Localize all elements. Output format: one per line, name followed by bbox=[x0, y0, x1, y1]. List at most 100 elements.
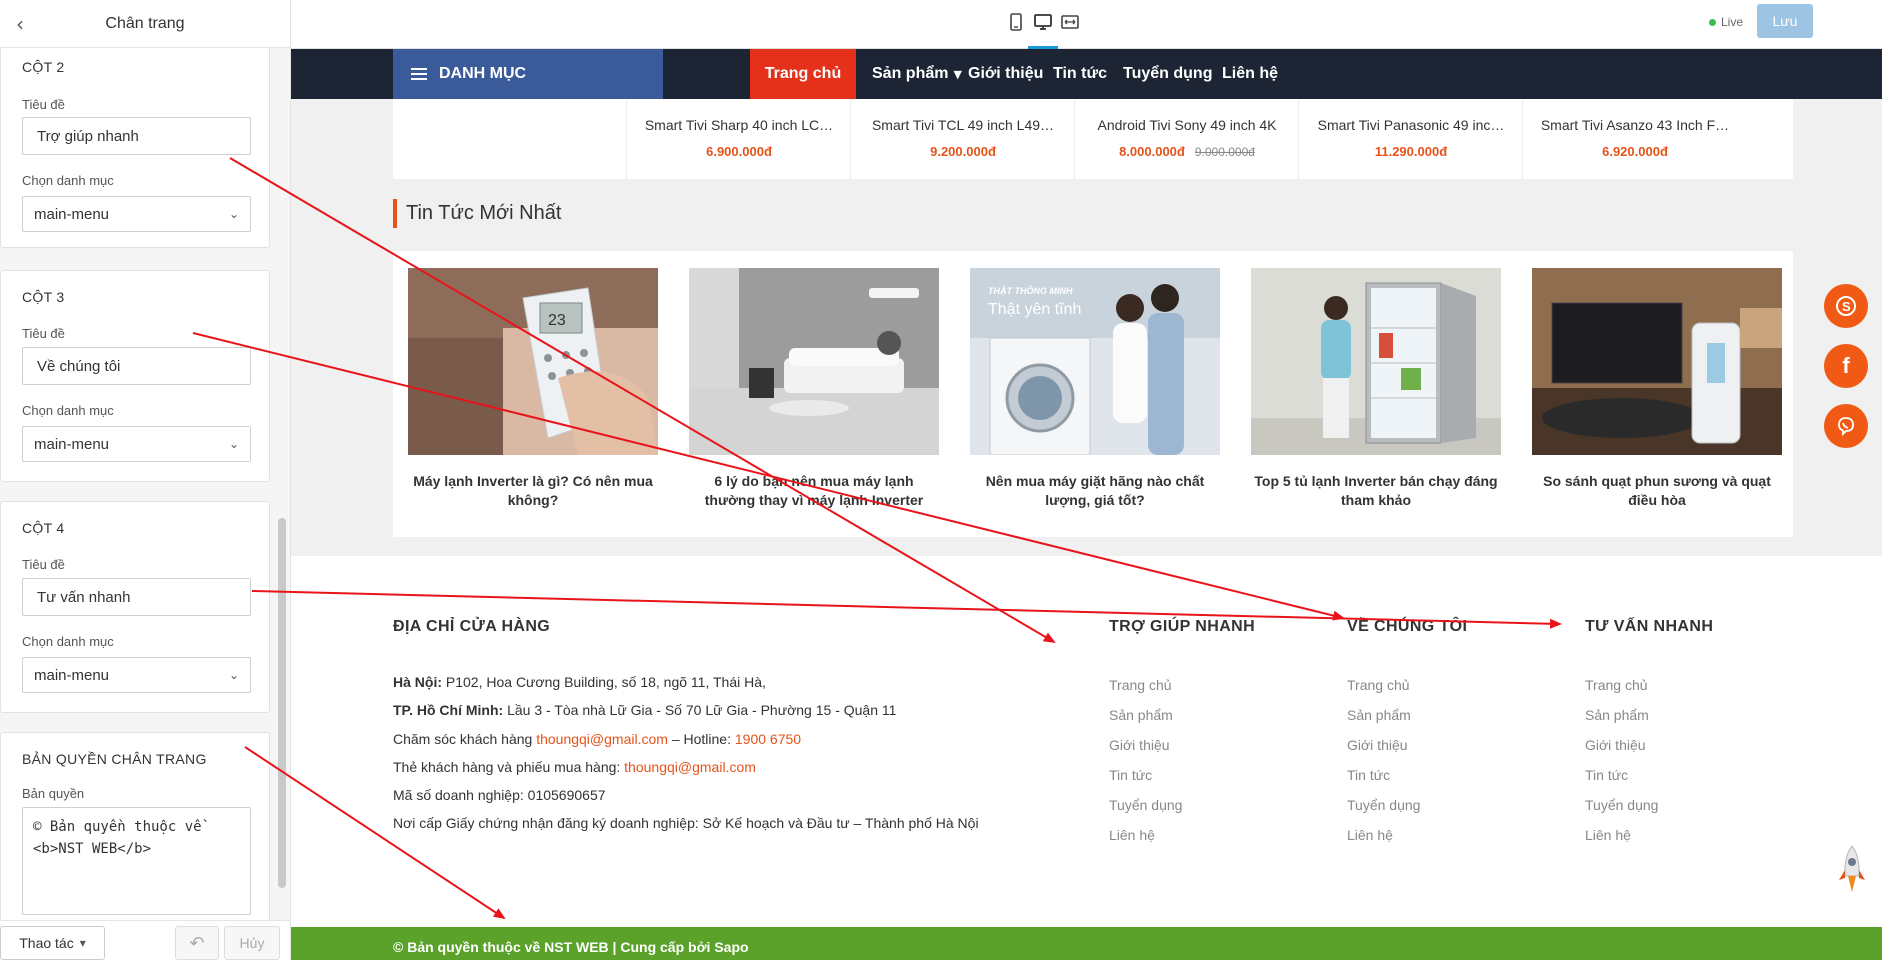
device-mobile-button[interactable] bbox=[1004, 10, 1028, 34]
select-value: main-menu bbox=[34, 205, 110, 223]
undo-button[interactable]: ↶ bbox=[175, 926, 219, 960]
footer-link[interactable]: Tin tức bbox=[1585, 767, 1628, 783]
footer-column-heading: VỀ CHÚNG TÔI bbox=[1347, 618, 1468, 635]
column-3-card: CỘT 3 Tiêu đề Về chúng tôi Chọn danh mục… bbox=[0, 270, 270, 482]
refrigerator-image[interactable] bbox=[1251, 268, 1501, 455]
cancel-button[interactable]: Hủy bbox=[224, 926, 280, 960]
product-old-price: 9.000.000đ bbox=[1194, 145, 1255, 159]
footer-link[interactable]: Trang chủ bbox=[1585, 677, 1648, 693]
nav-about[interactable]: Giới thiệu bbox=[968, 49, 1043, 99]
product-card[interactable]: Smart Tivi Panasonic 49 inc… 11.290.000đ bbox=[1298, 99, 1522, 179]
nav-careers[interactable]: Tuyển dụng bbox=[1123, 49, 1212, 99]
remote-control-image[interactable]: 23 bbox=[408, 268, 658, 455]
column-2-title-input[interactable]: Trợ giúp nhanh bbox=[22, 117, 251, 155]
news-caption[interactable]: Top 5 tủ lạnh Inverter bán chạy đáng tha… bbox=[1251, 472, 1501, 510]
skype-button[interactable]: S bbox=[1824, 284, 1868, 328]
title-label: Tiêu đề bbox=[22, 326, 65, 341]
footer-column-heading: TRỢ GIÚP NHANH bbox=[1109, 618, 1256, 635]
product-card[interactable]: Android Tivi Sony 49 inch 4K 8.000.000đ 9… bbox=[1074, 99, 1298, 179]
actions-dropdown-button[interactable]: Thao tác ▾ bbox=[0, 926, 105, 960]
copyright-textarea[interactable]: © Bản quyền thuộc về <b>NST WEB</b> bbox=[22, 807, 251, 915]
footer-link[interactable]: Tin tức bbox=[1109, 767, 1152, 783]
nav-news[interactable]: Tin tức bbox=[1053, 49, 1107, 99]
news-panel: 23 Máy lạnh Inverter là gì? Có nên mua k… bbox=[393, 251, 1793, 537]
news-section-title: Tin Tức Mới Nhất bbox=[406, 202, 562, 224]
card-email-link[interactable]: thoungqi@gmail.com bbox=[624, 759, 756, 775]
news-caption[interactable]: Nên mua máy giặt hãng nào chất lượng, gi… bbox=[970, 472, 1220, 510]
footer-link[interactable]: Trang chủ bbox=[1109, 677, 1172, 693]
title-label: Tiêu đề bbox=[22, 97, 65, 112]
nav-label: Sản phẩm bbox=[872, 65, 949, 82]
living-room-image[interactable] bbox=[689, 268, 939, 455]
tv-and-fan-image[interactable] bbox=[1532, 268, 1782, 455]
footer-link[interactable]: Giới thiệu bbox=[1347, 737, 1408, 753]
footer-link[interactable]: Sản phẩm bbox=[1585, 707, 1649, 723]
live-dot-icon bbox=[1709, 18, 1716, 26]
column-4-title-input[interactable]: Tư vấn nhanh bbox=[22, 578, 251, 616]
editor-toolbar: Live Lưu bbox=[291, 0, 1882, 49]
footer-link[interactable]: Tuyển dụng bbox=[1585, 797, 1658, 813]
copyright-heading: BẢN QUYỀN CHÂN TRANG bbox=[22, 751, 207, 767]
device-desktop-button[interactable] bbox=[1031, 10, 1055, 34]
product-name: Smart Tivi TCL 49 inch L49… bbox=[871, 117, 1055, 133]
chevron-down-icon: ⌄ bbox=[228, 668, 239, 682]
footer-link[interactable]: Trang chủ bbox=[1347, 677, 1410, 693]
footer-link[interactable]: Tuyển dụng bbox=[1109, 797, 1182, 813]
care-email-link[interactable]: thoungqi@gmail.com bbox=[536, 731, 668, 747]
facebook-icon: f bbox=[1842, 353, 1850, 378]
column-heading: CỘT 3 bbox=[22, 289, 65, 305]
category-label: Chọn danh mục bbox=[22, 403, 114, 418]
save-button[interactable]: Lưu bbox=[1757, 4, 1813, 38]
undo-icon: ↶ bbox=[189, 932, 205, 954]
category-menu-button[interactable]: DANH MỤC bbox=[393, 49, 663, 99]
back-chevron-icon[interactable]: ‹ bbox=[8, 12, 32, 36]
column-4-category-select[interactable]: main-menu ⌄ bbox=[22, 657, 251, 693]
chevron-down-icon: ▼ bbox=[953, 67, 962, 81]
nav-contact[interactable]: Liên hệ bbox=[1222, 49, 1278, 99]
footer-link[interactable]: Liên hệ bbox=[1347, 827, 1393, 843]
product-card[interactable]: Smart Tivi Sharp 40 inch LC… 6.900.000đ bbox=[626, 99, 850, 179]
desktop-icon bbox=[1034, 14, 1052, 30]
caret-down-icon: ▾ bbox=[79, 936, 86, 950]
column-3-title-input[interactable]: Về chúng tôi bbox=[22, 347, 251, 385]
product-price: 6.900.000đ bbox=[706, 144, 772, 159]
live-label: Live bbox=[1721, 15, 1744, 29]
viber-button[interactable] bbox=[1824, 404, 1868, 448]
panel-scrollbar[interactable] bbox=[278, 518, 286, 888]
panel-header: ‹ Chân trang bbox=[0, 0, 290, 48]
device-fullwidth-button[interactable] bbox=[1058, 10, 1082, 34]
nav-home[interactable]: Trang chủ bbox=[750, 49, 856, 99]
hotline-link[interactable]: 1900 6750 bbox=[735, 731, 801, 747]
footer-link[interactable]: Sản phẩm bbox=[1109, 707, 1173, 723]
product-name: Smart Tivi Asanzo 43 Inch F… bbox=[1540, 117, 1730, 133]
site-navigation: DANH MỤC Trang chủ Sản phẩm ▼ Giới thiệu… bbox=[291, 49, 1882, 99]
title-label: Tiêu đề bbox=[22, 557, 65, 572]
customer-card-line: Thẻ khách hàng và phiếu mua hàng: thoung… bbox=[393, 759, 756, 775]
back-to-top-rocket-icon[interactable] bbox=[1836, 844, 1868, 896]
news-caption[interactable]: 6 lý do bạn nên mua máy lạnh thường thay… bbox=[689, 472, 939, 510]
column-2-category-select[interactable]: main-menu ⌄ bbox=[22, 196, 251, 232]
svg-text:23: 23 bbox=[548, 312, 566, 329]
footer-link[interactable]: Tin tức bbox=[1347, 767, 1390, 783]
hcm-address: TP. Hồ Chí Minh: Lầu 3 - Tòa nhà Lữ Gia … bbox=[393, 702, 897, 718]
footer-link[interactable]: Tuyển dụng bbox=[1347, 797, 1420, 813]
nav-products[interactable]: Sản phẩm ▼ bbox=[872, 49, 962, 99]
news-caption[interactable]: Máy lạnh Inverter là gì? Có nên mua khôn… bbox=[408, 472, 658, 510]
product-card[interactable]: Smart Tivi TCL 49 inch L49… 9.200.000đ bbox=[850, 99, 1074, 179]
category-label: DANH MỤC bbox=[439, 65, 527, 82]
category-label: Chọn danh mục bbox=[22, 634, 114, 649]
footer-link[interactable]: Liên hệ bbox=[1585, 827, 1631, 843]
facebook-button[interactable]: f bbox=[1824, 344, 1868, 388]
footer-link[interactable]: Giới thiệu bbox=[1585, 737, 1646, 753]
panel-scroll-area[interactable]: CỘT 2 Tiêu đề Trợ giúp nhanh Chọn danh m… bbox=[0, 48, 290, 920]
product-card[interactable]: Smart Tivi Asanzo 43 Inch F… 6.920.000đ bbox=[1522, 99, 1746, 179]
footer-link[interactable]: Sản phẩm bbox=[1347, 707, 1411, 723]
column-3-category-select[interactable]: main-menu ⌄ bbox=[22, 426, 251, 462]
news-caption[interactable]: So sánh quạt phun sương và quạt điều hòa bbox=[1532, 472, 1782, 510]
washing-machine-image[interactable]: THẬT THÔNG MINH Thật yên tĩnh bbox=[970, 268, 1220, 455]
actions-label: Thao tác bbox=[19, 935, 74, 951]
footer-link[interactable]: Giới thiệu bbox=[1109, 737, 1170, 753]
copyright-bar: © Bản quyền thuộc về NST WEB | Cung cấp … bbox=[291, 927, 1882, 960]
news-title-accent bbox=[393, 199, 397, 228]
footer-link[interactable]: Liên hệ bbox=[1109, 827, 1155, 843]
